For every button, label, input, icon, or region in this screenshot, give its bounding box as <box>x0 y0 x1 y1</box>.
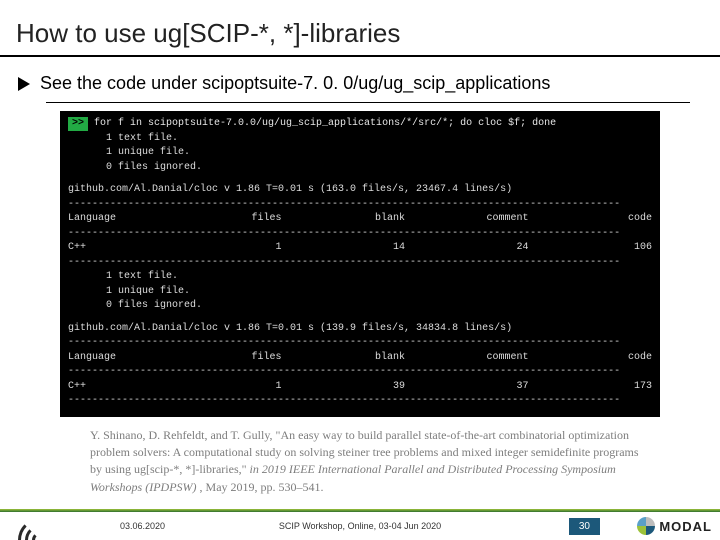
separator: ----------------------------------------… <box>68 227 652 242</box>
cloc-header-row: Language files blank comment code <box>68 212 652 227</box>
cloc-header-row: Language files blank comment code <box>68 351 652 366</box>
cloc-ignored-files: 0 files ignored. <box>106 161 652 176</box>
col-code: code <box>529 351 653 366</box>
col-comment: comment <box>405 212 529 227</box>
separator: ----------------------------------------… <box>68 394 652 409</box>
cell-blank: 14 <box>282 241 406 256</box>
terminal-command: for f in scipoptsuite-7.0.0/ug/ug_scip_a… <box>94 117 556 132</box>
modal-mark-icon <box>637 517 655 535</box>
cloc-data-row-2: C++ 1 39 37 173 <box>68 380 652 395</box>
cell-blank: 39 <box>282 380 406 395</box>
bullet-underline <box>46 102 690 103</box>
cell-code: 173 <box>529 380 653 395</box>
citation-authors: Y. Shinano, D. Rehfeldt, and T. Gully, <box>90 428 276 442</box>
separator: ----------------------------------------… <box>68 365 652 380</box>
cloc-unique-files: 1 unique file. <box>106 146 652 161</box>
separator: ----------------------------------------… <box>68 336 652 351</box>
citation-block: Y. Shinano, D. Rehfeldt, and T. Gully, "… <box>90 427 644 497</box>
cloc-text-files: 1 text file. <box>106 132 652 147</box>
cloc-block-2-files: 1 text file. 1 unique file. 0 files igno… <box>68 270 652 314</box>
triangle-bullet-icon <box>18 77 30 91</box>
citation-tail: , May 2019, pp. 530–541. <box>200 480 324 494</box>
footer-right-logo: MODAL <box>637 517 712 535</box>
cloc-text-files: 1 text file. <box>106 270 652 285</box>
footer-left-logo <box>0 512 80 540</box>
footer-date: 03.06.2020 <box>120 521 165 531</box>
page-number: 30 <box>569 518 600 535</box>
prompt-icon: >> <box>68 117 88 131</box>
col-files: files <box>158 351 282 366</box>
cell-files: 1 <box>158 380 282 395</box>
cloc-summary-2: github.com/Al.Danial/cloc v 1.86 T=0.01 … <box>68 322 652 337</box>
cell-language: C++ <box>68 380 158 395</box>
cell-comment: 37 <box>405 380 529 395</box>
cloc-data-row-1: C++ 1 14 24 106 <box>68 241 652 256</box>
cloc-unique-files: 1 unique file. <box>106 285 652 300</box>
footer: 03.06.2020 SCIP Workshop, Online, 03-04 … <box>0 512 720 540</box>
spacer <box>68 175 652 183</box>
arcs-icon <box>18 512 62 540</box>
separator: ----------------------------------------… <box>68 256 652 271</box>
cloc-summary-1: github.com/Al.Danial/cloc v 1.86 T=0.01 … <box>68 183 652 198</box>
title-underline <box>0 55 720 57</box>
cell-language: C++ <box>68 241 158 256</box>
cell-comment: 24 <box>405 241 529 256</box>
col-comment: comment <box>405 351 529 366</box>
cell-files: 1 <box>158 241 282 256</box>
terminal-window: >> for f in scipoptsuite-7.0.0/ug/ug_sci… <box>60 111 660 417</box>
col-blank: blank <box>282 212 406 227</box>
cloc-ignored-files: 0 files ignored. <box>106 299 652 314</box>
col-files: files <box>158 212 282 227</box>
bullet-text: See the code under scipoptsuite-7. 0. 0/… <box>40 73 550 94</box>
col-blank: blank <box>282 351 406 366</box>
slide-title: How to use ug[SCIP-*, *]-libraries <box>0 0 720 55</box>
col-code: code <box>529 212 653 227</box>
col-language: Language <box>68 212 158 227</box>
bullet-row: See the code under scipoptsuite-7. 0. 0/… <box>0 67 720 100</box>
cloc-block-1-files: 1 text file. 1 unique file. 0 files igno… <box>68 132 652 176</box>
spacer <box>68 314 652 322</box>
separator: ----------------------------------------… <box>68 198 652 213</box>
cell-code: 106 <box>529 241 653 256</box>
terminal-command-row: >> for f in scipoptsuite-7.0.0/ug/ug_sci… <box>68 117 652 132</box>
col-language: Language <box>68 351 158 366</box>
modal-brand: MODAL <box>659 519 712 534</box>
footer-event: SCIP Workshop, Online, 03-04 Jun 2020 <box>279 521 441 531</box>
